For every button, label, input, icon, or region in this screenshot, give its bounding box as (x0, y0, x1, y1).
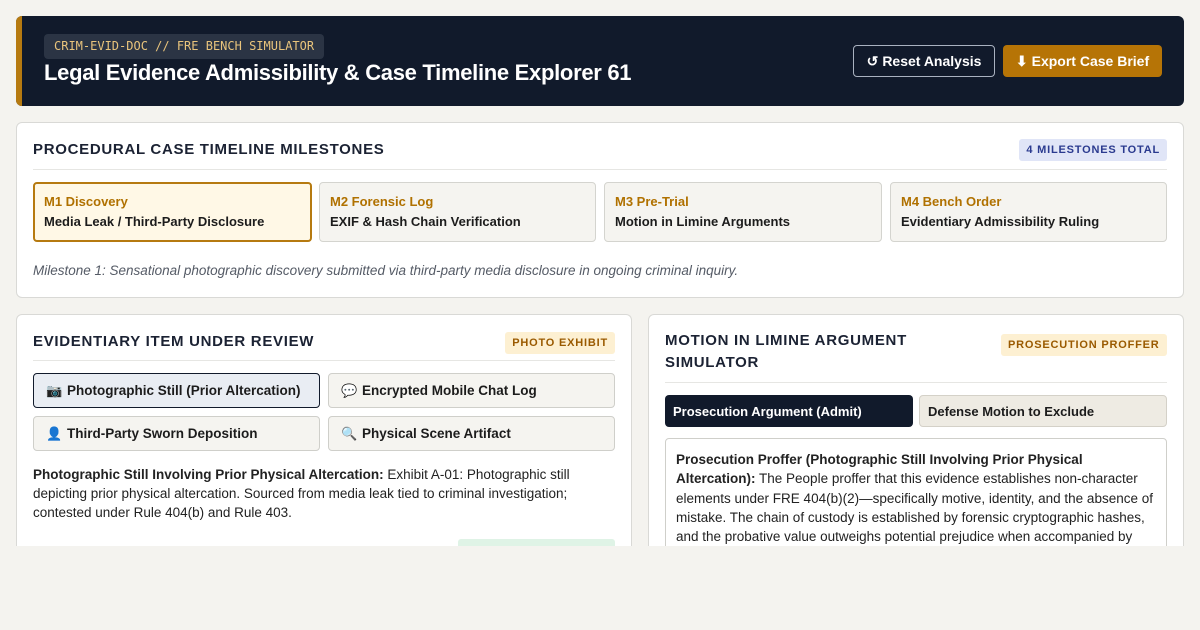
header-tag: CRIM-EVID-DOC // FRE BENCH SIMULATOR (44, 34, 325, 59)
milestone-m3[interactable]: M3 Pre-Trial Motion in Limine Arguments (604, 182, 882, 242)
camera-icon: 📷 (46, 382, 63, 398)
app-header: CRIM-EVID-DOC // FRE BENCH SIMULATOR Leg… (16, 16, 1184, 106)
reset-icon: ↺ (866, 52, 879, 69)
evidence-item-label: Encrypted Mobile Chat Log (362, 383, 537, 398)
milestones-count-badge: 4 MILESTONES TOTAL (1019, 139, 1167, 161)
reset-analysis-button[interactable]: ↺ Reset Analysis (853, 45, 995, 77)
person-icon: 👤 (46, 425, 63, 441)
argument-text-panel: Prosecution Proffer (Photographic Still … (665, 438, 1167, 546)
milestone-code: M3 Pre-Trial (615, 194, 689, 209)
photo-exhibit-badge: PHOTO EXHIBIT (505, 332, 615, 354)
prosecution-proffer-badge: PROSECUTION PROFFER (1001, 334, 1167, 356)
magnifier-icon: 🔍 (341, 425, 358, 441)
motion-divider (665, 382, 1167, 383)
evidence-chat-log-button[interactable]: 💬 Encrypted Mobile Chat Log (328, 373, 615, 408)
motion-title: Motion in Limine Argument Simulator (665, 332, 907, 371)
evidence-item-label: Physical Scene Artifact (362, 426, 511, 441)
milestone-code: M1 Discovery (44, 194, 128, 209)
tab-defense-motion[interactable]: Defense Motion to Exclude (919, 395, 1167, 427)
milestone-m2[interactable]: M2 Forensic Log EXIF & Hash Chain Verifi… (319, 182, 596, 242)
header-accent-bar (16, 16, 22, 106)
evidence-artifact-button[interactable]: 🔍 Physical Scene Artifact (328, 416, 615, 451)
milestone-code: M4 Bench Order (901, 194, 1002, 209)
milestone-caption: Milestone 1: Sensational photographic di… (33, 263, 739, 278)
milestone-name: Media Leak / Third-Party Disclosure (44, 214, 265, 229)
milestone-m4[interactable]: M4 Bench Order Evidentiary Admissibility… (890, 182, 1167, 242)
evidence-card: Evidentiary Item Under Review PHOTO EXHI… (16, 314, 632, 546)
milestone-code: M2 Forensic Log (330, 194, 434, 209)
evidence-description-heading: Photographic Still Involving Prior Physi… (33, 467, 384, 482)
motion-card: Motion in Limine Argument Simulator PROS… (648, 314, 1184, 546)
timeline-card: Procedural Case Timeline Milestones 4 MI… (16, 122, 1184, 298)
evidence-item-label: Photographic Still (Prior Altercation) (67, 383, 301, 398)
download-icon: ⬇ (1015, 52, 1028, 69)
milestone-name: EXIF & Hash Chain Verification (330, 214, 521, 229)
reset-analysis-label: Reset Analysis (882, 53, 982, 69)
export-case-brief-label: Export Case Brief (1031, 53, 1150, 69)
milestone-name: Motion in Limine Arguments (615, 214, 791, 229)
evidence-item-label: Third-Party Sworn Deposition (67, 426, 258, 441)
evidence-title: Evidentiary Item Under Review (33, 333, 315, 350)
page-title: Legal Evidence Admissibility & Case Time… (44, 60, 632, 85)
evidence-deposition-button[interactable]: 👤 Third-Party Sworn Deposition (33, 416, 320, 451)
milestone-name: Evidentiary Admissibility Ruling (901, 214, 1100, 229)
milestone-m1[interactable]: M1 Discovery Media Leak / Third-Party Di… (33, 182, 312, 242)
tab-prosecution-argument[interactable]: Prosecution Argument (Admit) (665, 395, 913, 427)
speech-bubble-icon: 💬 (341, 382, 358, 398)
timeline-divider (33, 169, 1167, 170)
export-case-brief-button[interactable]: ⬇ Export Case Brief (1003, 45, 1162, 77)
evidence-divider (33, 360, 615, 361)
evidence-photo-button[interactable]: 📷 Photographic Still (Prior Altercation) (33, 373, 320, 408)
evidence-description: Photographic Still Involving Prior Physi… (33, 465, 615, 522)
timeline-title: Procedural Case Timeline Milestones (33, 141, 385, 158)
evidence-status-strip (458, 539, 615, 546)
